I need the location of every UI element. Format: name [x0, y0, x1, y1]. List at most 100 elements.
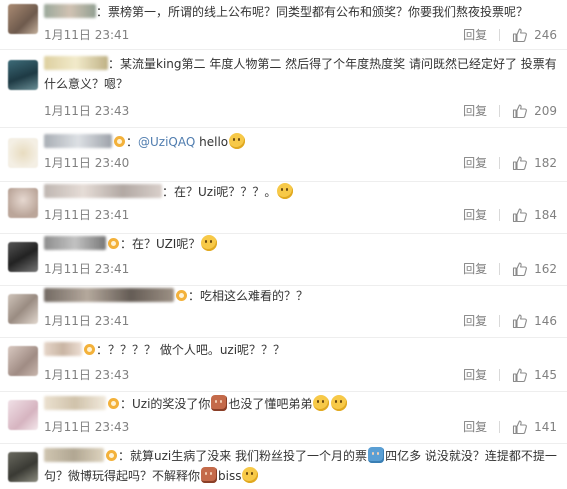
divider — [499, 420, 501, 433]
comment-date: 1月11日 23:41 — [44, 28, 130, 42]
like-count: 145 — [534, 367, 557, 382]
comment-text-end: biss — [218, 469, 242, 483]
verified-badge-icon — [114, 136, 125, 147]
like-count: 209 — [534, 103, 557, 118]
kiss-emoji-icon — [229, 133, 246, 149]
comment-text-continued: 也没了懂吧弟弟 — [228, 397, 313, 411]
like-count: 141 — [534, 419, 557, 434]
username[interactable] — [44, 134, 112, 148]
avatar[interactable] — [8, 294, 38, 324]
cry-laugh-emoji-icon — [331, 395, 348, 411]
avatar[interactable] — [8, 4, 38, 34]
avatar[interactable] — [8, 138, 38, 168]
thumbs-up-icon[interactable] — [512, 103, 528, 119]
reply-button[interactable]: 回复 — [463, 260, 487, 277]
username[interactable] — [44, 288, 174, 302]
laugh-emoji-icon — [201, 235, 218, 251]
thumbs-up-icon[interactable] — [512, 367, 528, 383]
mention-link[interactable]: @UziQAQ — [138, 135, 195, 149]
like-count: 246 — [534, 27, 557, 42]
thumbs-up-icon[interactable] — [512, 27, 528, 43]
verified-badge-icon — [176, 290, 187, 301]
ticket-emoji-icon — [368, 447, 385, 463]
comment-text: hello — [195, 135, 229, 149]
thumbs-up-icon[interactable] — [512, 313, 528, 329]
like-count: 162 — [534, 261, 557, 276]
thumbs-up-icon[interactable] — [512, 261, 528, 277]
comment-actions: 回复 246 — [463, 26, 557, 43]
face-emoji-icon — [201, 467, 218, 483]
comment-text: ：在？UZI呢？ — [120, 237, 201, 251]
comment-actions: 回复 162 — [463, 260, 557, 277]
avatar[interactable] — [8, 242, 38, 272]
comment-actions: 回复 184 — [463, 206, 557, 223]
reply-button[interactable]: 回复 — [463, 154, 487, 171]
divider — [499, 156, 501, 169]
reply-button[interactable]: 回复 — [463, 366, 487, 383]
avatar[interactable] — [8, 188, 38, 218]
thumbs-up-icon[interactable] — [512, 155, 528, 171]
verified-badge-icon — [108, 238, 119, 249]
username[interactable] — [44, 396, 106, 410]
comment-date: 1月11日 23:43 — [44, 368, 130, 382]
username[interactable] — [44, 4, 96, 18]
divider — [499, 104, 501, 117]
comment-actions: 回复 209 — [463, 102, 557, 119]
comment-date: 1月11日 23:40 — [44, 156, 130, 170]
comment-row: ：票榜第一，所谓的线上公布呢？同类型都有公布和颁奖？你要我们熬夜投票呢？ 1月1… — [0, 0, 567, 50]
username[interactable] — [44, 342, 82, 356]
smile-emoji-icon — [277, 183, 294, 199]
comment-actions: 回复 141 — [463, 418, 557, 435]
like-count: 146 — [534, 313, 557, 328]
face-emoji-icon — [211, 395, 228, 411]
reply-button[interactable]: 回复 — [463, 206, 487, 223]
reply-button[interactable]: 回复 — [463, 102, 487, 119]
comment-text: ：就算uzi生病了没来 我们粉丝投了一个月的票 — [118, 449, 368, 463]
comment-actions: 回复 182 — [463, 154, 557, 171]
divider — [499, 368, 501, 381]
divider — [499, 28, 501, 41]
reply-button[interactable]: 回复 — [463, 312, 487, 329]
reply-button[interactable]: 回复 — [463, 418, 487, 435]
divider — [499, 208, 501, 221]
divider — [499, 262, 501, 275]
comment-text: ：在？Uzi呢？？？。 — [162, 185, 277, 199]
smirk-emoji-icon — [242, 467, 259, 483]
comment-text: ：？？？？ 做个人吧。uzi呢？？？ — [96, 343, 286, 357]
comment-row: ：在？Uzi呢？？？。 1月11日 23:41 回复 184 — [0, 182, 567, 234]
comment-row: ：就算uzi生病了没来 我们粉丝投了一个月的票 四亿多 说没就没？连提都不提一句？… — [0, 444, 567, 489]
comment-actions: 回复 145 — [463, 366, 557, 383]
comment-date: 1月11日 23:43 — [44, 104, 130, 118]
avatar[interactable] — [8, 346, 38, 376]
comment-text: ：某流量king第二 年度人物第二 然后得了个年度热度奖 请问既然已经定好了 投… — [44, 57, 557, 91]
comment-text: ：票榜第一，所谓的线上公布呢？同类型都有公布和颁奖？你要我们熬夜投票呢？ — [96, 5, 529, 19]
comment-date: 1月11日 23:43 — [44, 420, 130, 434]
comment-date: 1月11日 23:41 — [44, 208, 130, 222]
comment-date: 1月11日 23:41 — [44, 262, 130, 276]
username[interactable] — [44, 448, 104, 462]
username[interactable] — [44, 236, 106, 250]
comment-text: ：Uzi的奖没了你 — [120, 397, 211, 411]
verified-badge-icon — [84, 344, 95, 355]
comment-row: ：吃相这么难看的？？ 1月11日 23:41 回复 146 — [0, 286, 567, 338]
comment-list: ：票榜第一，所谓的线上公布呢？同类型都有公布和颁奖？你要我们熬夜投票呢？ 1月1… — [0, 0, 567, 489]
comment-date: 1月11日 23:41 — [44, 314, 130, 328]
like-count: 182 — [534, 155, 557, 170]
thumbs-up-icon[interactable] — [512, 419, 528, 435]
avatar[interactable] — [8, 400, 38, 430]
avatar[interactable] — [8, 60, 38, 90]
comment-row: ：Uzi的奖没了你 也没了懂吧弟弟 1月11日 23:43 回复 141 — [0, 392, 567, 444]
comment-row: ：@UziQAQ hello 1月11日 23:40 回复 182 — [0, 128, 567, 182]
verified-badge-icon — [106, 450, 117, 461]
comment-text: ：吃相这么难看的？？ — [188, 289, 309, 303]
thumbs-up-icon[interactable] — [512, 207, 528, 223]
like-count: 184 — [534, 207, 557, 222]
username[interactable] — [44, 56, 108, 70]
comment-row: ：在？UZI呢？ 1月11日 23:41 回复 162 — [0, 234, 567, 286]
comment-row: ：？？？？ 做个人吧。uzi呢？？？ 1月11日 23:43 回复 145 — [0, 338, 567, 392]
divider — [499, 314, 501, 327]
username[interactable] — [44, 184, 162, 198]
reply-button[interactable]: 回复 — [463, 26, 487, 43]
avatar[interactable] — [8, 452, 38, 482]
comment-row: ：某流量king第二 年度人物第二 然后得了个年度热度奖 请问既然已经定好了 投… — [0, 50, 567, 128]
